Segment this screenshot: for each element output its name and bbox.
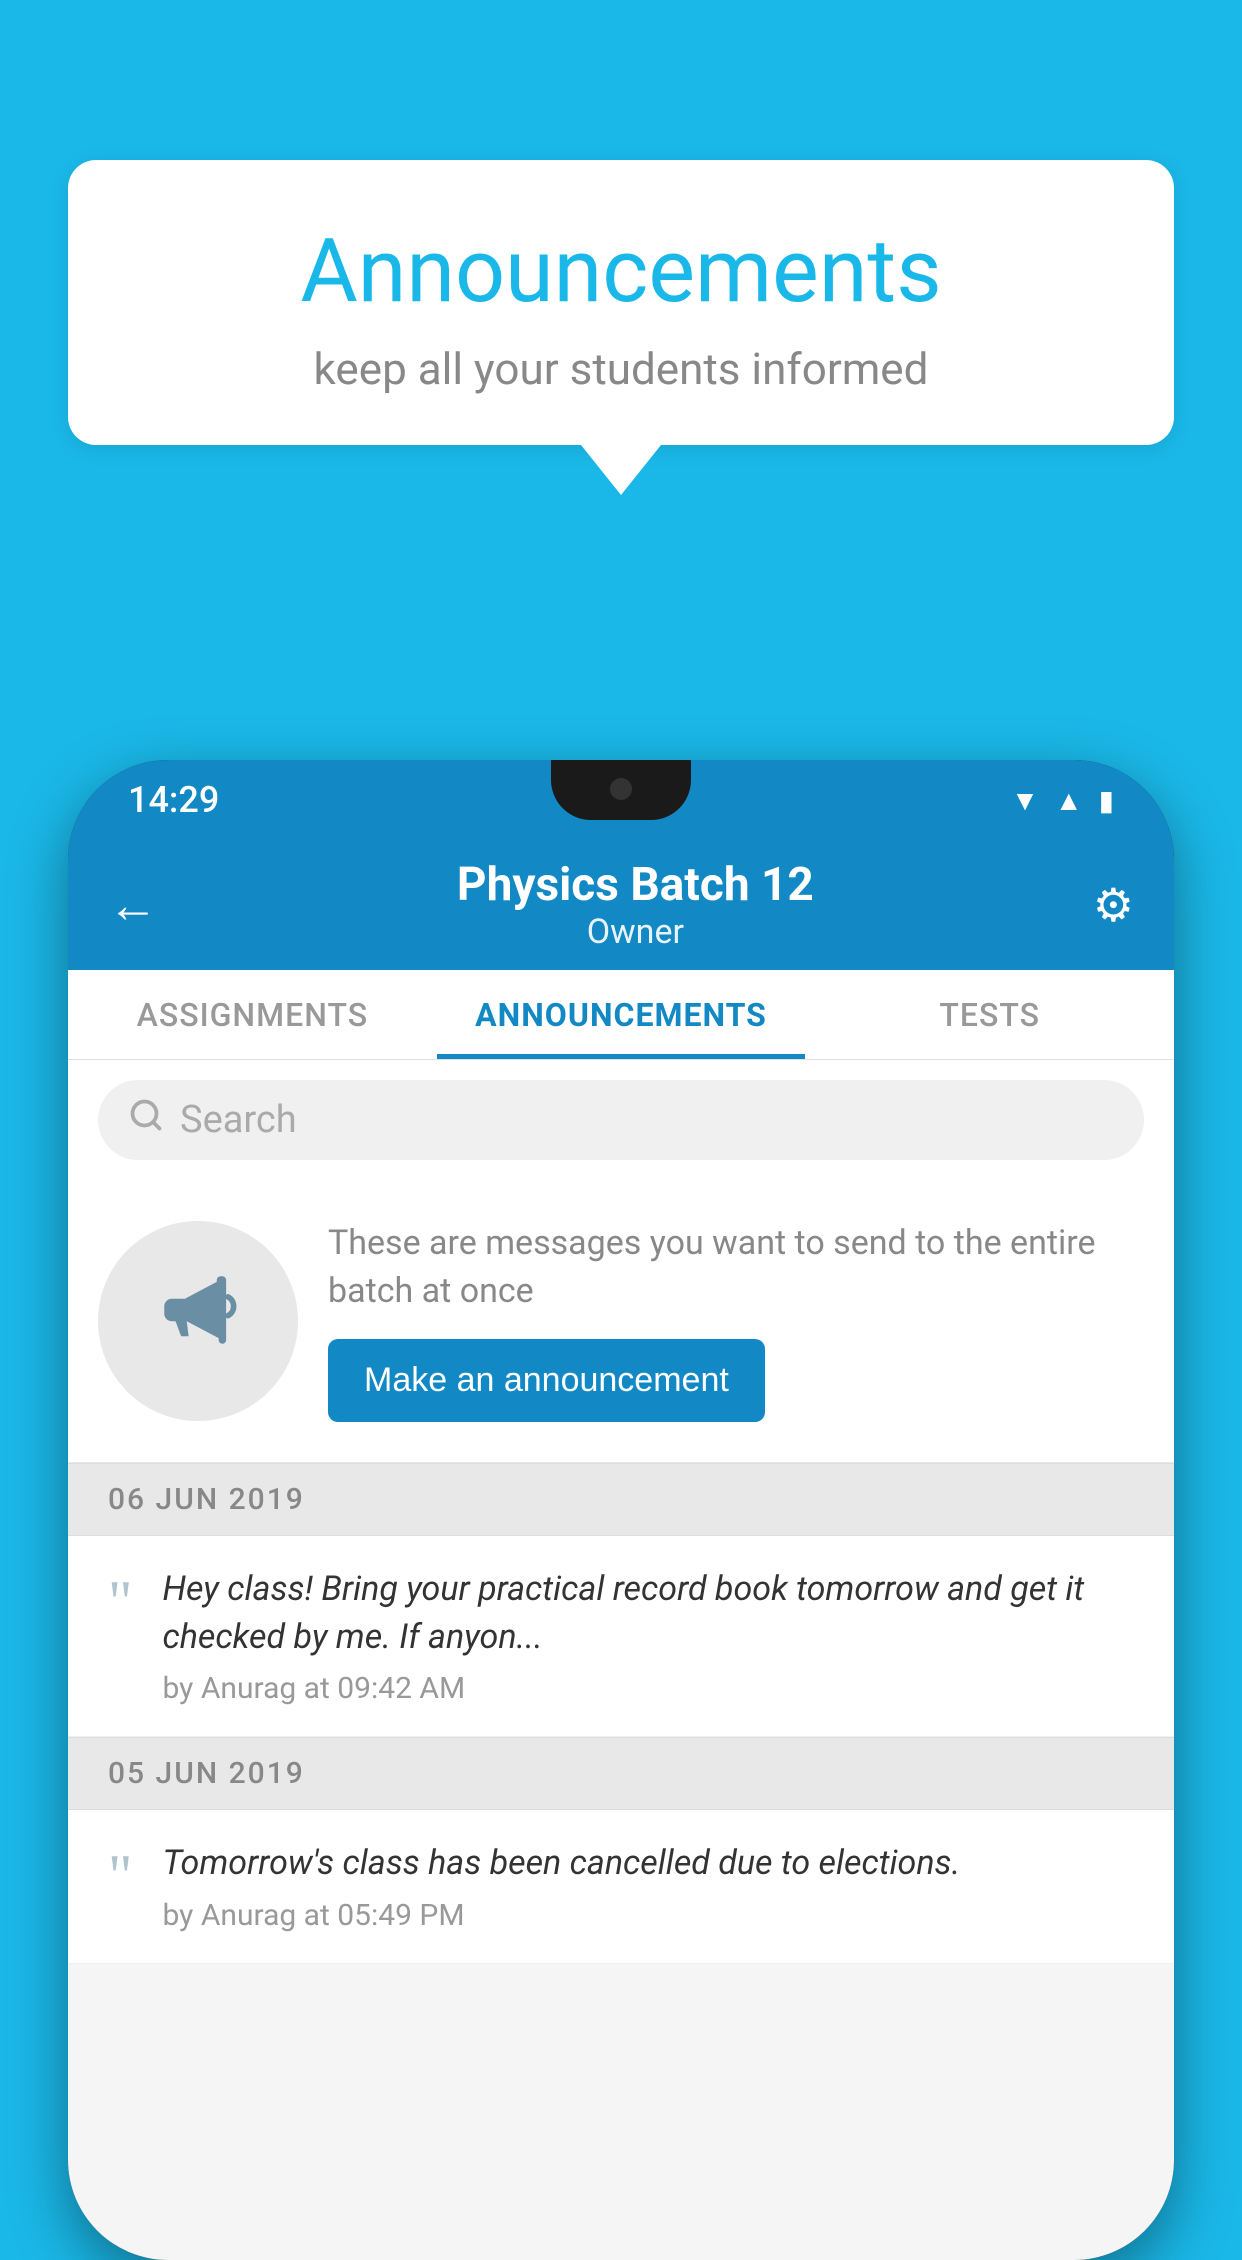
announcement-item-2[interactable]: " Tomorrow's class has been cancelled du…: [68, 1810, 1174, 1964]
header-subtitle: Owner: [178, 912, 1093, 952]
speech-bubble-section: Announcements keep all your students inf…: [68, 160, 1174, 495]
search-bar[interactable]: Search: [98, 1080, 1144, 1160]
megaphone-circle: [98, 1221, 298, 1421]
back-button[interactable]: ←: [108, 876, 158, 935]
status-bar: 14:29 ▼ ▲ ▮: [68, 760, 1174, 840]
signal-icon: ▲: [1055, 784, 1083, 817]
speech-bubble-arrow: [581, 445, 661, 495]
tab-bar: ASSIGNMENTS ANNOUNCEMENTS TESTS: [68, 970, 1174, 1060]
announcement-text-block-2: Tomorrow's class has been cancelled due …: [163, 1840, 1135, 1933]
notch: [551, 760, 691, 820]
search-placeholder: Search: [180, 1098, 297, 1142]
quote-icon-2: ": [108, 1846, 133, 1906]
date-separator-1: 06 JUN 2019: [68, 1463, 1174, 1536]
search-icon: [128, 1097, 164, 1143]
phone-frame: 14:29 ▼ ▲ ▮ ← Physics Batch 12 Owner ⚙ A…: [68, 760, 1174, 2260]
speech-bubble: Announcements keep all your students inf…: [68, 160, 1174, 445]
phone-content: Search These are messages you want to se…: [68, 1060, 1174, 2260]
tab-announcements[interactable]: ANNOUNCEMENTS: [437, 970, 806, 1059]
status-icons: ▼ ▲ ▮: [1011, 784, 1114, 817]
status-time: 14:29: [128, 779, 219, 821]
wifi-icon: ▼: [1011, 784, 1039, 817]
announcement-meta-2: by Anurag at 05:49 PM: [163, 1898, 1135, 1933]
quote-icon-1: ": [108, 1572, 133, 1632]
announcement-message-2: Tomorrow's class has been cancelled due …: [163, 1840, 1135, 1888]
announcement-prompt: These are messages you want to send to t…: [68, 1180, 1174, 1463]
megaphone-icon: [153, 1265, 243, 1377]
tab-tests[interactable]: TESTS: [805, 970, 1174, 1059]
header-title: Physics Batch 12: [178, 858, 1093, 912]
announcement-message-1: Hey class! Bring your practical record b…: [163, 1566, 1135, 1661]
speech-bubble-subtitle: keep all your students informed: [128, 343, 1114, 395]
date-separator-2: 05 JUN 2019: [68, 1737, 1174, 1810]
speech-bubble-title: Announcements: [128, 220, 1114, 323]
app-header: ← Physics Batch 12 Owner ⚙: [68, 840, 1174, 970]
camera-dot: [610, 778, 632, 800]
announcement-meta-1: by Anurag at 09:42 AM: [163, 1671, 1135, 1706]
announcement-item-1[interactable]: " Hey class! Bring your practical record…: [68, 1536, 1174, 1737]
announcement-prompt-right: These are messages you want to send to t…: [328, 1220, 1144, 1422]
header-title-block: Physics Batch 12 Owner: [178, 858, 1093, 952]
search-bar-container: Search: [68, 1060, 1174, 1180]
announcement-prompt-description: These are messages you want to send to t…: [328, 1220, 1144, 1315]
tab-assignments[interactable]: ASSIGNMENTS: [68, 970, 437, 1059]
settings-icon[interactable]: ⚙: [1093, 878, 1134, 933]
battery-icon: ▮: [1099, 784, 1114, 817]
make-announcement-button[interactable]: Make an announcement: [328, 1339, 765, 1422]
announcement-text-block-1: Hey class! Bring your practical record b…: [163, 1566, 1135, 1706]
